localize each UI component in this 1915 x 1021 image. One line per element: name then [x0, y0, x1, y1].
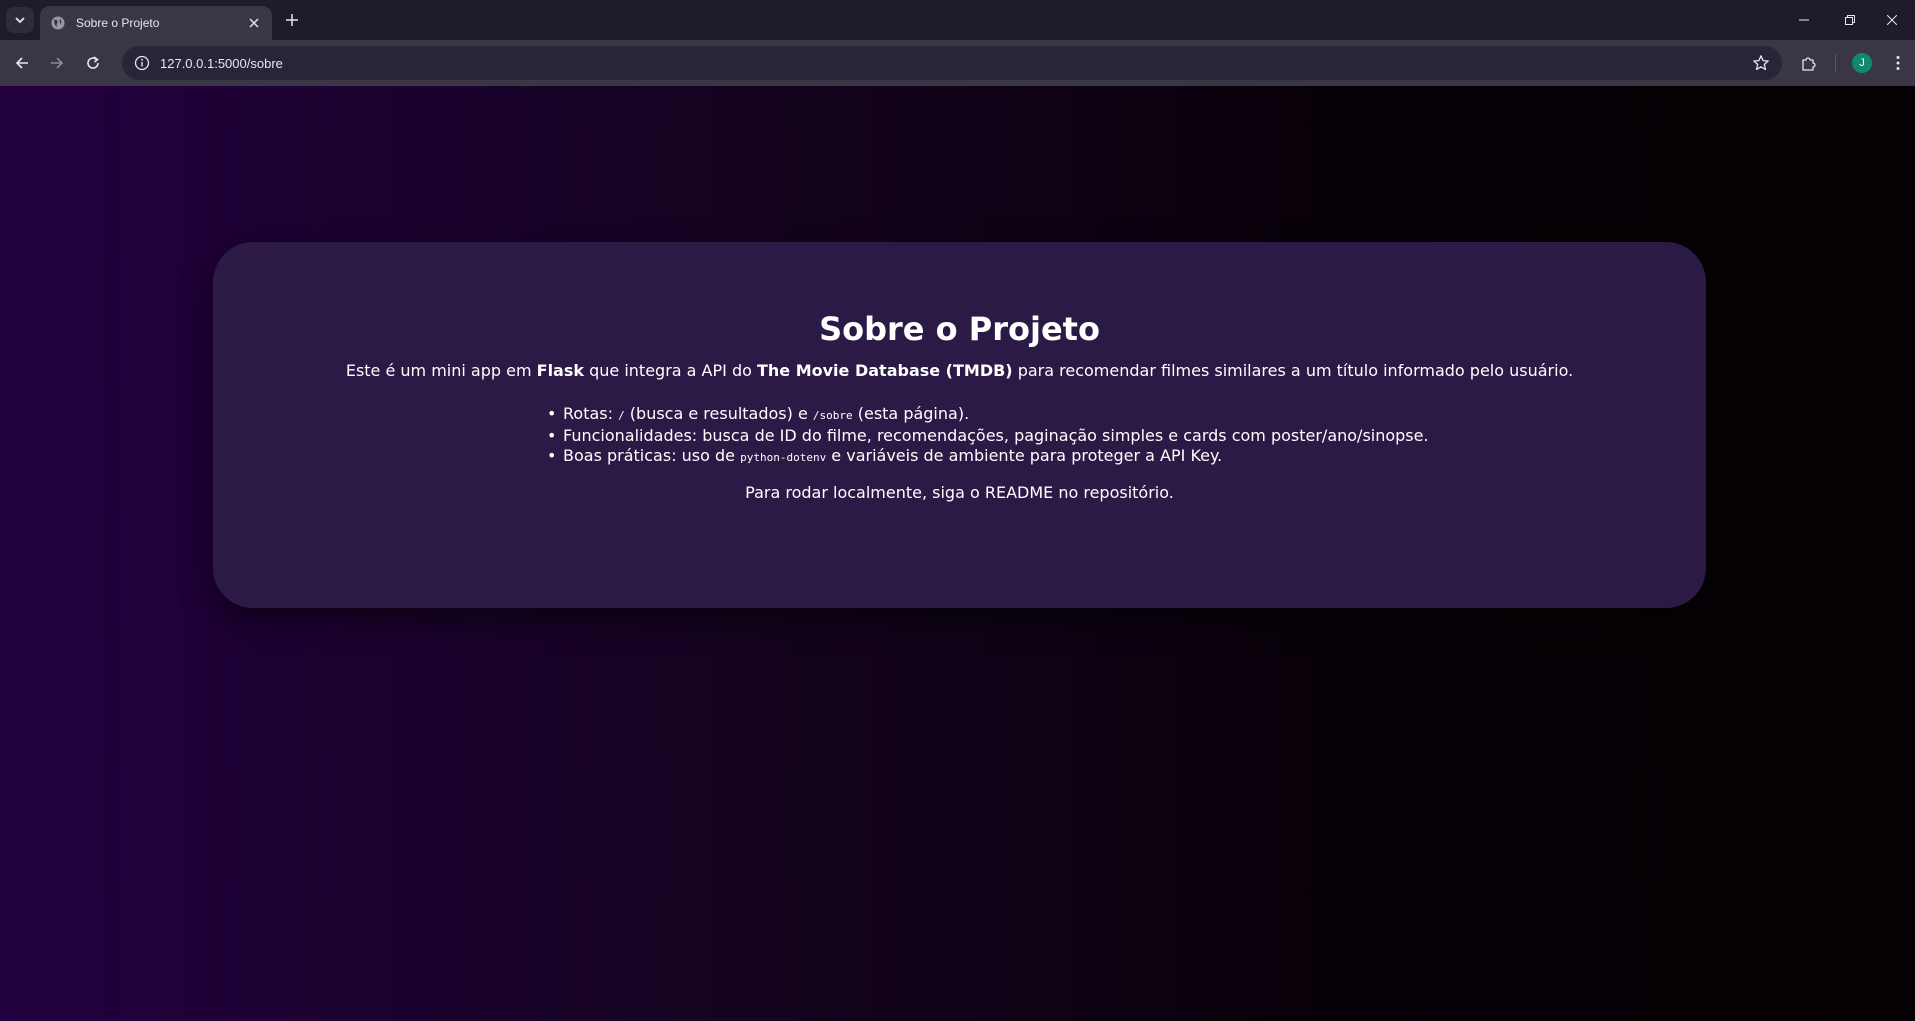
forward-button[interactable] — [43, 49, 71, 77]
list-item-boas-praticas: Boas práticas: uso de python-dotenv e va… — [543, 446, 1429, 468]
browser-toolbar: 127.0.0.1:5000/sobre J — [0, 40, 1915, 86]
chevron-down-icon — [15, 17, 25, 24]
intro-prefix: Este é um mini app em — [345, 361, 537, 380]
plus-icon — [286, 14, 298, 26]
footer-note: Para rodar localmente, siga o README no … — [745, 483, 1174, 502]
menu-button[interactable] — [1884, 49, 1912, 77]
globe-icon — [50, 15, 66, 31]
restore-icon — [1845, 15, 1855, 25]
close-window-button[interactable] — [1869, 0, 1915, 40]
minimize-button[interactable] — [1781, 0, 1827, 40]
more-vertical-icon — [1896, 56, 1900, 70]
close-tab-icon[interactable] — [246, 15, 262, 31]
address-bar[interactable]: 127.0.0.1:5000/sobre — [122, 46, 1782, 80]
page-title: Sobre o Projeto — [819, 310, 1100, 348]
intro-middle: que integra a API do — [584, 361, 757, 380]
arrow-right-icon — [51, 57, 64, 69]
active-tab[interactable]: Sobre o Projeto — [40, 6, 272, 40]
intro-paragraph: Este é um mini app em Flask que integra … — [213, 360, 1706, 382]
extensions-button[interactable] — [1795, 49, 1823, 77]
rotas-label: Rotas: — [563, 404, 619, 423]
close-icon — [1887, 15, 1897, 25]
features-list: Rotas: / (busca e resultados) e /sobre (… — [543, 404, 1429, 468]
bookmark-star-icon[interactable] — [1752, 54, 1770, 72]
back-button[interactable] — [8, 49, 36, 77]
reload-icon — [87, 56, 99, 69]
intro-suffix: para recomendar filmes similares a um tí… — [1012, 361, 1574, 380]
tab-search-button[interactable] — [6, 7, 34, 33]
list-item-rotas: Rotas: / (busca e resultados) e /sobre (… — [543, 404, 1429, 426]
page-viewport: Sobre o Projeto Este é um mini app em Fl… — [0, 86, 1915, 1021]
boas-code: python-dotenv — [740, 451, 827, 464]
intro-flask: Flask — [536, 361, 585, 380]
site-info-icon[interactable] — [134, 55, 150, 71]
about-card: Sobre o Projeto Este é um mini app em Fl… — [213, 242, 1706, 608]
rotas-end: (esta página). — [852, 404, 970, 423]
reload-button[interactable] — [79, 49, 107, 77]
minimize-icon — [1799, 19, 1809, 21]
rotas-mid: (busca e resultados) e — [624, 404, 813, 423]
url-text[interactable]: 127.0.0.1:5000/sobre — [160, 56, 1752, 71]
new-tab-button[interactable] — [282, 10, 302, 30]
rotas-code-root: / — [618, 409, 625, 422]
puzzle-icon — [1802, 57, 1816, 71]
boas-label: Boas práticas: uso de — [563, 446, 741, 465]
tab-strip: Sobre o Projeto — [0, 0, 1915, 40]
toolbar-divider — [1835, 54, 1836, 72]
restore-button[interactable] — [1827, 0, 1873, 40]
tab-title: Sobre o Projeto — [76, 16, 160, 30]
boas-end: e variáveis de ambiente para proteger a … — [826, 446, 1223, 465]
arrow-left-icon — [15, 57, 28, 69]
rotas-code-sobre: /sobre — [812, 409, 853, 422]
profile-button[interactable]: J — [1848, 49, 1876, 77]
list-item-funcionalidades: Funcionalidades: busca de ID do filme, r… — [543, 426, 1429, 446]
avatar: J — [1852, 53, 1872, 73]
intro-tmdb: The Movie Database (TMDB) — [756, 361, 1013, 380]
